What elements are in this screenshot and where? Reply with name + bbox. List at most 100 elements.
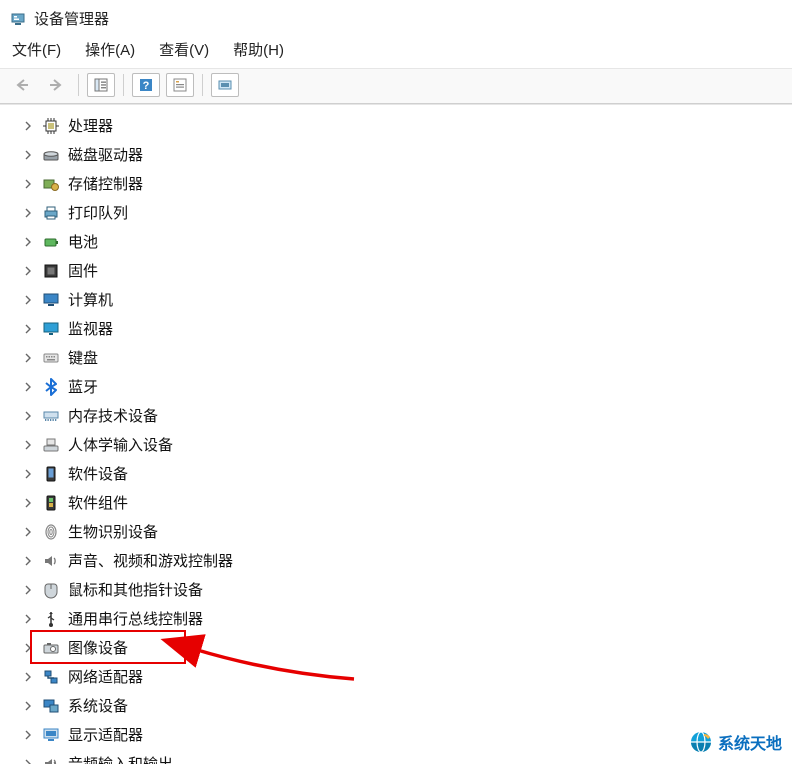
expand-chevron-icon[interactable] — [22, 671, 34, 683]
watermark-globe-icon — [690, 731, 712, 753]
printer-icon — [42, 204, 60, 222]
tree-node[interactable]: 软件组件 — [22, 488, 782, 517]
tree-node-label: 音频输入和输出 — [68, 753, 173, 764]
menu-action[interactable]: 操作(A) — [85, 39, 135, 60]
menu-file[interactable]: 文件(F) — [12, 39, 61, 60]
expand-chevron-icon[interactable] — [22, 207, 34, 219]
mouse-icon — [42, 581, 60, 599]
device-manager-icon — [10, 11, 26, 27]
monitor-icon — [42, 320, 60, 338]
tree-node[interactable]: 系统设备 — [22, 691, 782, 720]
sound-icon — [42, 552, 60, 570]
tree-node-label: 固件 — [68, 260, 98, 281]
tree-node-label: 系统设备 — [68, 695, 128, 716]
tree-node-label: 生物识别设备 — [68, 521, 158, 542]
tree-node[interactable]: 键盘 — [22, 343, 782, 372]
menu-help[interactable]: 帮助(H) — [233, 39, 284, 60]
expand-chevron-icon[interactable] — [22, 526, 34, 538]
memory-icon — [42, 407, 60, 425]
show-hide-tree-button[interactable] — [87, 73, 115, 97]
toolbar-separator — [202, 74, 203, 96]
expand-chevron-icon[interactable] — [22, 149, 34, 161]
svg-text:?: ? — [143, 80, 150, 92]
content-area: 处理器磁盘驱动器存储控制器打印队列电池固件计算机监视器键盘蓝牙内存技术设备人体学… — [0, 104, 792, 764]
tree-node-label: 打印队列 — [68, 202, 128, 223]
expand-chevron-icon[interactable] — [22, 613, 34, 625]
expand-chevron-icon[interactable] — [22, 758, 34, 764]
expand-chevron-icon[interactable] — [22, 555, 34, 567]
expand-chevron-icon[interactable] — [22, 294, 34, 306]
tree-node-label: 声音、视频和游戏控制器 — [68, 550, 233, 571]
tree-node[interactable]: 固件 — [22, 256, 782, 285]
tree-node[interactable]: 打印队列 — [22, 198, 782, 227]
back-button[interactable] — [8, 73, 36, 97]
audio-io-icon — [42, 755, 60, 764]
expand-chevron-icon[interactable] — [22, 642, 34, 654]
forward-button[interactable] — [42, 73, 70, 97]
software-component-icon — [42, 494, 60, 512]
disk-icon — [42, 146, 60, 164]
tree-node[interactable]: 生物识别设备 — [22, 517, 782, 546]
expand-chevron-icon[interactable] — [22, 497, 34, 509]
imaging-icon — [42, 639, 60, 657]
software-device-icon — [42, 465, 60, 483]
tree-node-label: 图像设备 — [68, 637, 128, 658]
tree-node[interactable]: 网络适配器 — [22, 662, 782, 691]
tree-node-label: 计算机 — [68, 289, 113, 310]
tree-node[interactable]: 存储控制器 — [22, 169, 782, 198]
toolbar-separator — [78, 74, 79, 96]
expand-chevron-icon[interactable] — [22, 352, 34, 364]
tree-node-label: 网络适配器 — [68, 666, 143, 687]
help-button[interactable]: ? — [132, 73, 160, 97]
expand-chevron-icon[interactable] — [22, 584, 34, 596]
tree-node-label: 存储控制器 — [68, 173, 143, 194]
expand-chevron-icon[interactable] — [22, 700, 34, 712]
expand-chevron-icon[interactable] — [22, 468, 34, 480]
expand-chevron-icon[interactable] — [22, 381, 34, 393]
tree-node[interactable]: 蓝牙 — [22, 372, 782, 401]
cpu-icon — [42, 117, 60, 135]
battery-icon — [42, 233, 60, 251]
tree-node[interactable]: 显示适配器 — [22, 720, 782, 749]
tree-node[interactable]: 处理器 — [22, 111, 782, 140]
tree-node[interactable]: 内存技术设备 — [22, 401, 782, 430]
expand-chevron-icon[interactable] — [22, 178, 34, 190]
tree-node-label: 软件组件 — [68, 492, 128, 513]
expand-chevron-icon[interactable] — [22, 265, 34, 277]
expand-chevron-icon[interactable] — [22, 120, 34, 132]
scan-hardware-button[interactable] — [211, 73, 239, 97]
titlebar: 设备管理器 — [0, 0, 792, 35]
expand-chevron-icon[interactable] — [22, 410, 34, 422]
tree-node[interactable]: 监视器 — [22, 314, 782, 343]
tree-node[interactable]: 通用串行总线控制器 — [22, 604, 782, 633]
watermark-text: 系统天地 — [718, 730, 782, 754]
watermark: 系统天地 — [690, 730, 782, 754]
properties-button[interactable] — [166, 73, 194, 97]
tree-node-label: 键盘 — [68, 347, 98, 368]
network-icon — [42, 668, 60, 686]
tree-node[interactable]: 图像设备 — [22, 633, 782, 662]
toolbar-separator — [123, 74, 124, 96]
tree-node-label: 监视器 — [68, 318, 113, 339]
tree-node[interactable]: 软件设备 — [22, 459, 782, 488]
tree-node-label: 软件设备 — [68, 463, 128, 484]
expand-chevron-icon[interactable] — [22, 323, 34, 335]
tree-node[interactable]: 计算机 — [22, 285, 782, 314]
tree-node[interactable]: 人体学输入设备 — [22, 430, 782, 459]
tree-node-label: 蓝牙 — [68, 376, 98, 397]
tree-node-label: 电池 — [68, 231, 98, 252]
expand-chevron-icon[interactable] — [22, 236, 34, 248]
tree-node[interactable]: 音频输入和输出 — [22, 749, 782, 764]
tree-node[interactable]: 磁盘驱动器 — [22, 140, 782, 169]
tree-node[interactable]: 鼠标和其他指针设备 — [22, 575, 782, 604]
tree-node[interactable]: 声音、视频和游戏控制器 — [22, 546, 782, 575]
device-manager-window: 设备管理器 文件(F) 操作(A) 查看(V) 帮助(H) ? 处理器磁盘驱动器… — [0, 0, 792, 764]
expand-chevron-icon[interactable] — [22, 439, 34, 451]
device-tree: 处理器磁盘驱动器存储控制器打印队列电池固件计算机监视器键盘蓝牙内存技术设备人体学… — [22, 111, 782, 764]
tree-node-label: 内存技术设备 — [68, 405, 158, 426]
tree-node[interactable]: 电池 — [22, 227, 782, 256]
menu-view[interactable]: 查看(V) — [159, 39, 209, 60]
expand-chevron-icon[interactable] — [22, 729, 34, 741]
tree-node-label: 鼠标和其他指针设备 — [68, 579, 203, 600]
storage-controller-icon — [42, 175, 60, 193]
